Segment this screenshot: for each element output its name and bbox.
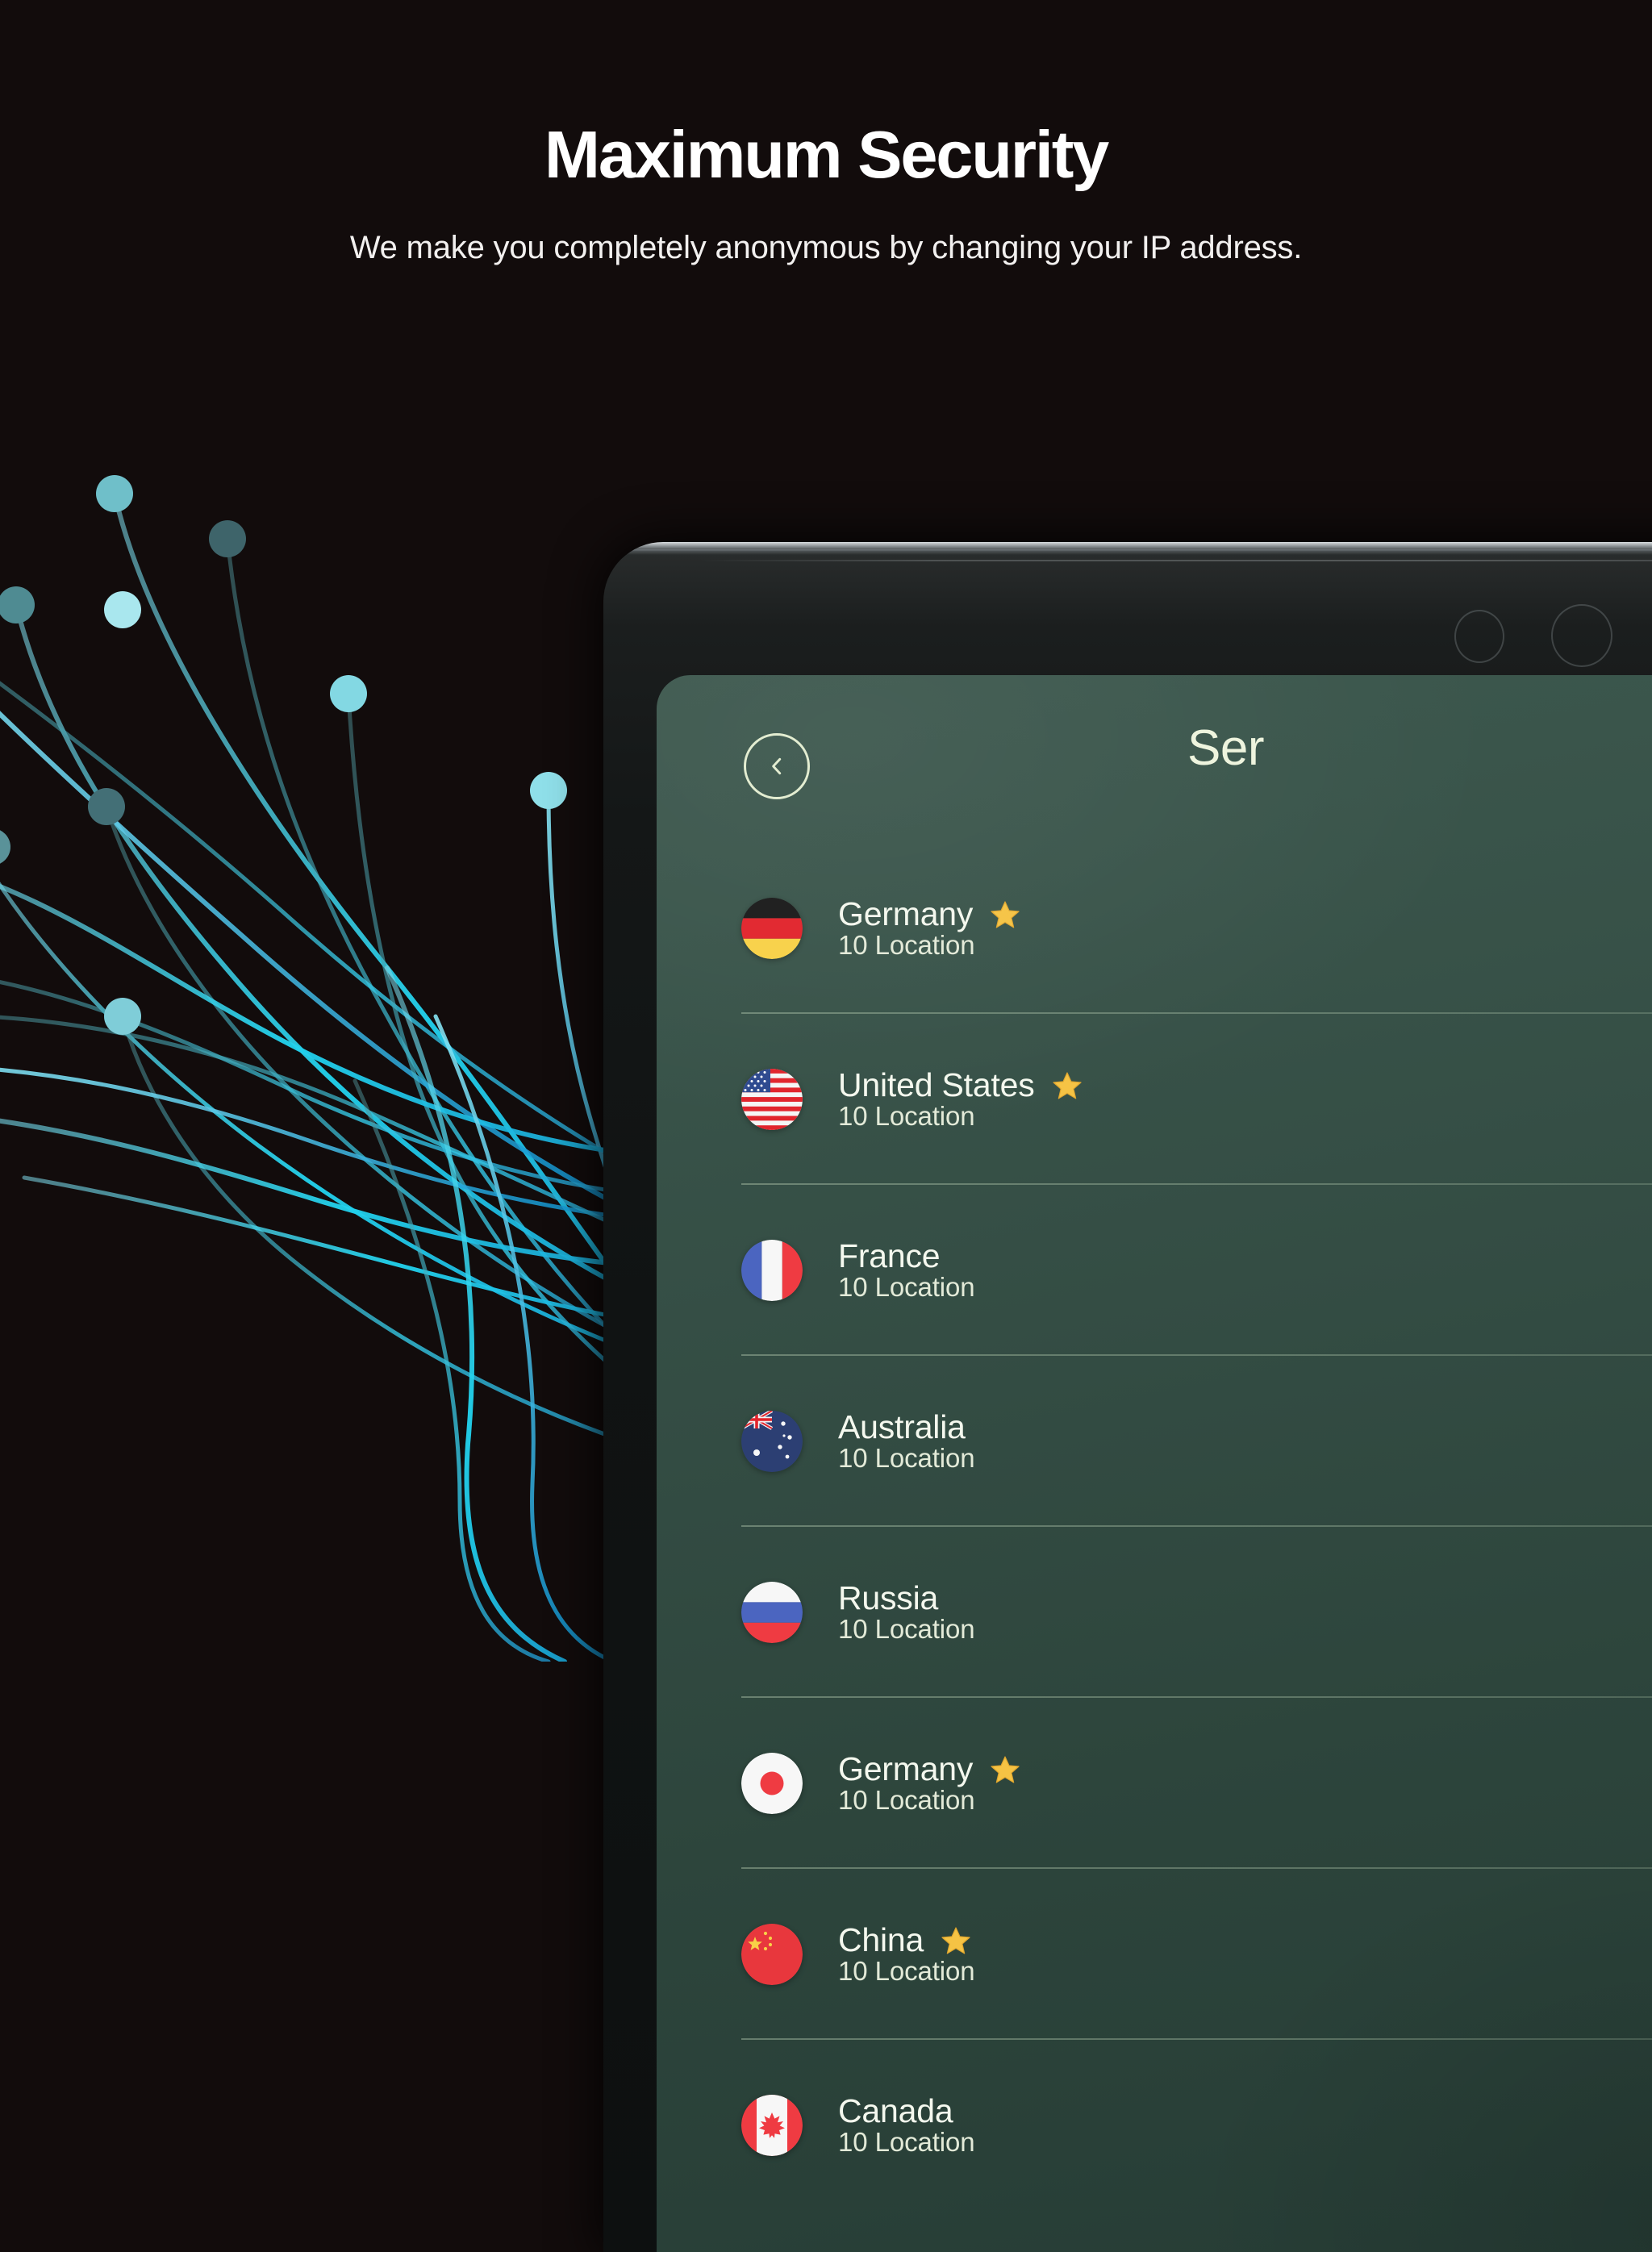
flag-france-icon xyxy=(741,1240,803,1301)
server-item-text: Russia 10 Location xyxy=(838,1581,975,1644)
proximity-sensor-icon xyxy=(1454,610,1504,663)
page-subtitle: We make you completely anonymous by chan… xyxy=(349,230,1303,266)
favorite-star-icon xyxy=(989,1754,1021,1786)
flag-russia-icon xyxy=(741,1582,803,1643)
server-locations: 10 Location xyxy=(838,1614,975,1645)
server-list-item[interactable]: Russia 10 Location xyxy=(657,1527,1652,1698)
server-item-text: United States 10 Location xyxy=(838,1068,1083,1131)
server-name: France xyxy=(838,1237,941,1275)
server-item-text: Germany 10 Location xyxy=(838,897,1021,960)
server-item-text: Australia 10 Location xyxy=(838,1410,975,1473)
favorite-star-icon xyxy=(989,899,1021,931)
server-name-row: Canada xyxy=(838,2094,975,2129)
server-locations: 10 Location xyxy=(838,1785,975,1816)
favorite-star-icon xyxy=(940,1925,972,1957)
server-item-text: Germany 10 Location xyxy=(838,1752,1021,1815)
app-bar-title: Ser xyxy=(1187,720,1264,776)
server-list-item[interactable]: United States 10 Location xyxy=(657,1014,1652,1185)
server-name: Germany xyxy=(838,895,974,933)
tablet-bezel-seam xyxy=(700,560,1652,561)
server-name-row: France xyxy=(838,1239,975,1274)
server-name-row: Germany xyxy=(838,897,1021,932)
server-locations: 10 Location xyxy=(838,930,975,961)
server-list-item[interactable]: Canada 10 Location xyxy=(657,2040,1652,2211)
back-button[interactable] xyxy=(744,733,810,799)
tablet-top-edge-shade xyxy=(603,549,1652,555)
server-item-text: France 10 Location xyxy=(838,1239,975,1302)
server-name: Canada xyxy=(838,2092,953,2130)
server-name: United States xyxy=(838,1066,1035,1104)
server-name-row: Australia xyxy=(838,1410,975,1445)
tablet-device: Ser Germany 10 Location United States 10… xyxy=(603,542,1652,2252)
server-locations: 10 Location xyxy=(838,1101,975,1132)
flag-germany-icon xyxy=(741,898,803,959)
ambient-light-sensor-icon xyxy=(1551,604,1612,667)
server-item-text: Canada 10 Location xyxy=(838,2094,975,2157)
hero-section: Maximum Security We make you completely … xyxy=(0,0,1652,387)
tablet-screen: Ser Germany 10 Location United States 10… xyxy=(657,675,1652,2252)
server-name-row: United States xyxy=(838,1068,1083,1103)
server-item-text: China 10 Location xyxy=(838,1923,975,1986)
favorite-star-icon xyxy=(1051,1070,1083,1102)
server-locations: 10 Location xyxy=(838,1443,975,1474)
server-list-item[interactable]: Australia 10 Location xyxy=(657,1356,1652,1527)
server-name-row: Germany xyxy=(838,1752,1021,1787)
app-bar: Ser xyxy=(657,675,1652,843)
server-name: Australia xyxy=(838,1408,966,1446)
page-title: Maximum Security xyxy=(544,117,1109,192)
flag-china-icon xyxy=(741,1924,803,1985)
server-name-row: China xyxy=(838,1923,975,1958)
flag-canada-icon xyxy=(741,2095,803,2156)
flag-australia-icon xyxy=(741,1411,803,1472)
flag-japan-icon xyxy=(741,1753,803,1814)
tablet-chassis: Ser Germany 10 Location United States 10… xyxy=(603,542,1652,2252)
server-list-item[interactable]: France 10 Location xyxy=(657,1185,1652,1356)
server-locations: 10 Location xyxy=(838,2127,975,2158)
flag-united-states-icon xyxy=(741,1069,803,1130)
server-name: Germany xyxy=(838,1750,974,1788)
server-name: Russia xyxy=(838,1579,939,1617)
fiber-node xyxy=(0,475,567,1035)
server-locations: 10 Location xyxy=(838,1956,975,1987)
server-name-row: Russia xyxy=(838,1581,975,1616)
server-list-item[interactable]: Germany 10 Location xyxy=(657,1698,1652,1869)
chevron-left-icon xyxy=(772,757,782,775)
server-list-item[interactable]: Germany 10 Location xyxy=(657,843,1652,1014)
server-locations: 10 Location xyxy=(838,1272,975,1303)
server-list: Germany 10 Location United States 10 Loc… xyxy=(657,843,1652,2252)
server-list-item[interactable]: China 10 Location xyxy=(657,1869,1652,2040)
server-name: China xyxy=(838,1921,924,1959)
